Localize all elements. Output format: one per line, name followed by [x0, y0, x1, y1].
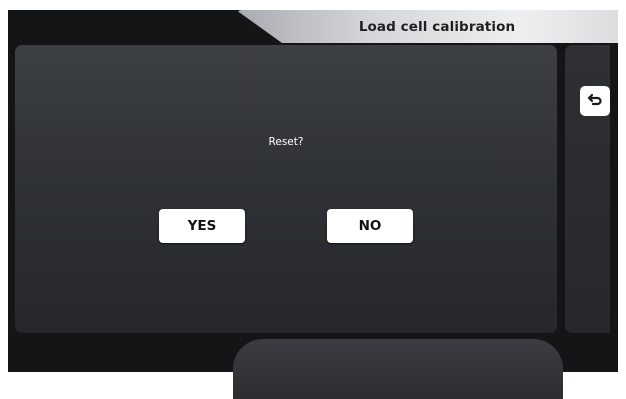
- reset-prompt: Reset?: [268, 136, 304, 148]
- no-button[interactable]: NO: [327, 209, 413, 243]
- bottom-tab: [233, 339, 563, 399]
- dialog-panel: [15, 45, 557, 333]
- back-button[interactable]: [580, 86, 610, 116]
- return-arrow-icon: [587, 92, 603, 111]
- page-title: Load cell calibration: [358, 19, 516, 35]
- yes-button[interactable]: YES: [159, 209, 245, 243]
- header-tab: Load cell calibration: [236, 10, 618, 43]
